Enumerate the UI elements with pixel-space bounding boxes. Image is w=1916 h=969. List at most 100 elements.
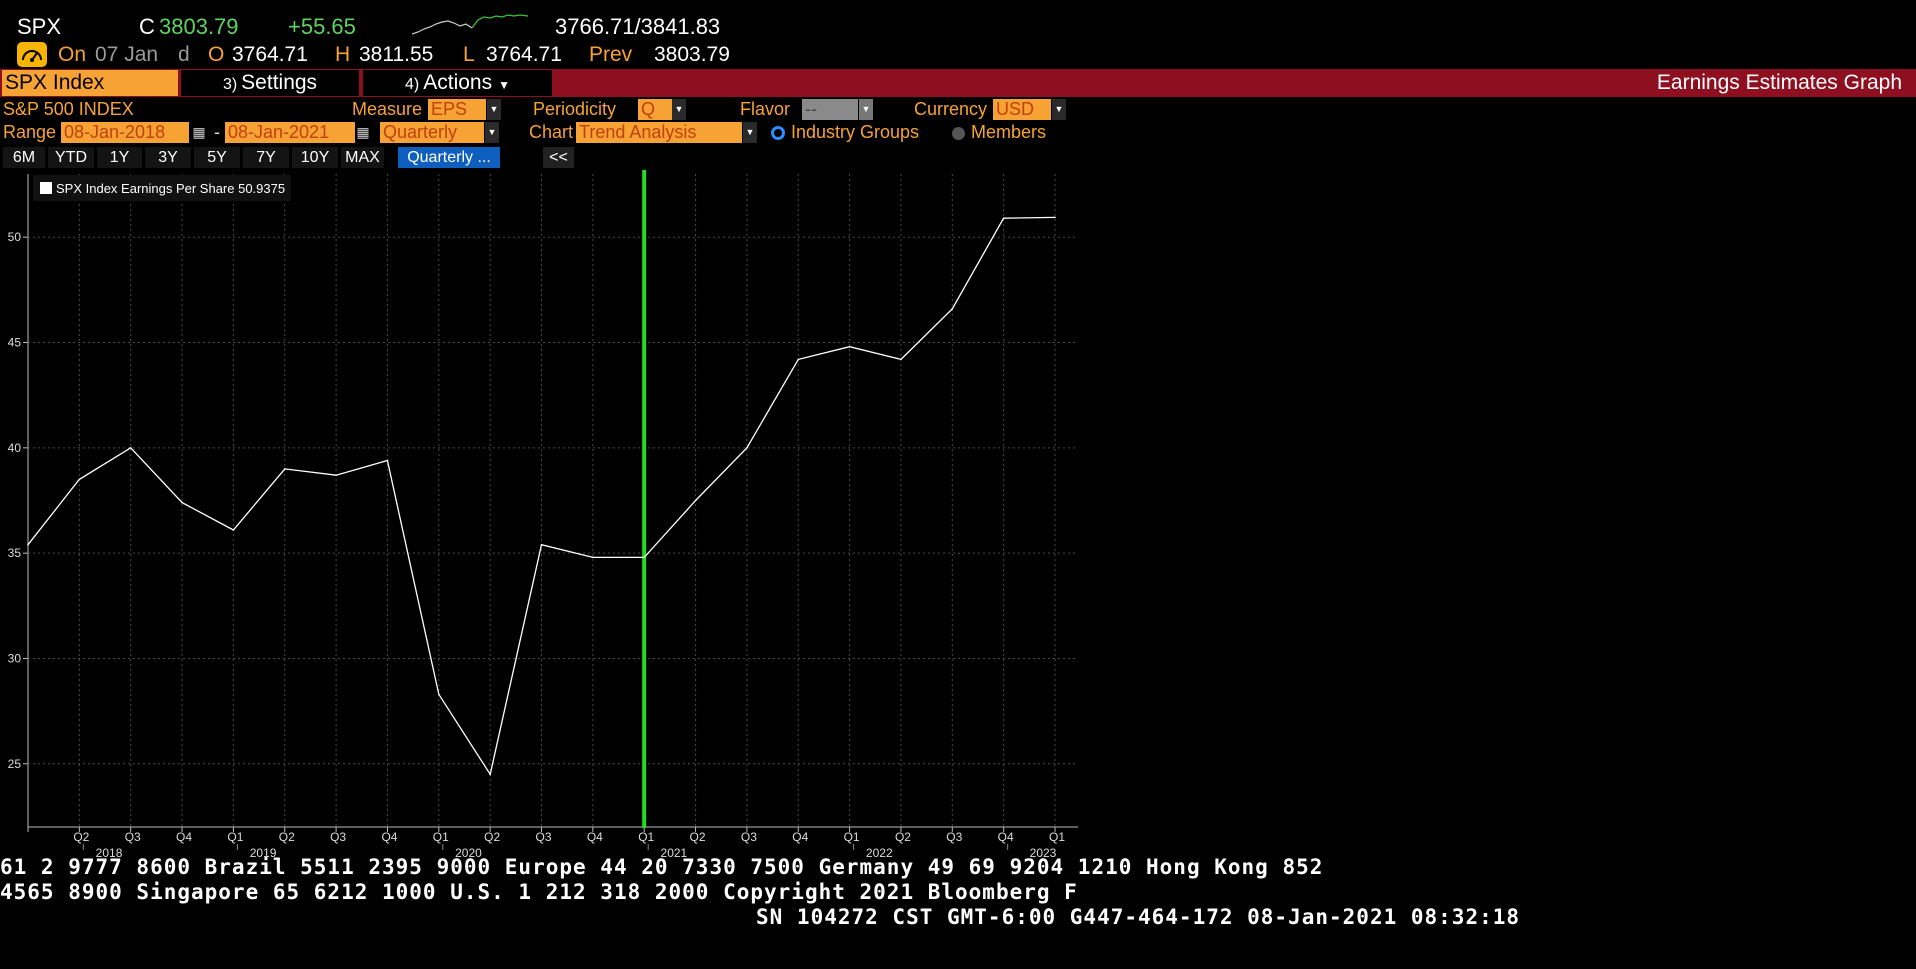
- y-tick-label: 25: [8, 757, 22, 771]
- range-btn-3y[interactable]: 3Y: [145, 147, 191, 168]
- x-quarter-label: Q2: [895, 830, 911, 844]
- eps-data-point: [592, 556, 594, 559]
- range-btn-ytd[interactable]: YTD: [48, 147, 94, 168]
- eps-data-point: [1054, 216, 1056, 219]
- eps-chart: 25 30 35 40 45 50 Q2 Q3 Q4 Q1 Q2 Q3 Q4 Q1 Q2 Q3 Q4 Q1 Q2 Q3…: [8, 170, 1078, 860]
- flavor-dropdown-icon[interactable]: ▼: [859, 99, 873, 120]
- chart-dropdown-icon[interactable]: ▼: [743, 122, 757, 143]
- measure-label: Measure: [352, 99, 423, 119]
- low-label: L: [463, 43, 475, 66]
- measure-dropdown-icon[interactable]: ▼: [487, 99, 501, 120]
- x-quarter-label: Q2: [484, 830, 500, 844]
- speedometer-icon[interactable]: [17, 42, 47, 67]
- eps-data-point: [1002, 217, 1005, 220]
- actions-label: Actions: [423, 71, 493, 94]
- range-btn-6m[interactable]: 6M: [3, 147, 45, 168]
- security-field[interactable]: SPX Index: [2, 70, 178, 96]
- currency-dropdown-icon[interactable]: ▼: [1052, 99, 1066, 120]
- low-value: 3764.71: [486, 43, 562, 66]
- eps-data-point: [232, 529, 235, 531]
- flavor-select[interactable]: --: [802, 99, 858, 120]
- chart-grid: [27, 174, 1078, 828]
- eps-data-point: [900, 358, 902, 361]
- index-name: S&P 500 INDEX: [3, 99, 134, 119]
- range-end-input[interactable]: 08-Jan-2021: [225, 122, 355, 143]
- range-btn-5y[interactable]: 5Y: [194, 147, 240, 168]
- actions-button[interactable]: 4) Actions ▼: [363, 70, 552, 96]
- period-dropdown-icon[interactable]: ▼: [485, 122, 499, 143]
- chart-type-select[interactable]: Trend Analysis: [576, 122, 742, 143]
- eps-data-point: [283, 468, 286, 470]
- x-quarter-label: Q4: [587, 830, 603, 844]
- prev-label: Prev: [589, 43, 633, 66]
- high-label: H: [335, 43, 351, 66]
- range-btn-10y[interactable]: 10Y: [292, 147, 338, 168]
- x-quarter-label: Q2: [690, 830, 706, 844]
- high-value: 3811.55: [359, 43, 434, 66]
- intraday-sparkline: [412, 14, 528, 35]
- industry-groups-radio[interactable]: [771, 126, 785, 140]
- ticker-symbol: SPX: [17, 14, 62, 39]
- currency-select[interactable]: USD: [993, 99, 1051, 120]
- legend-text: SPX Index Earnings Per Share 50.9375: [56, 181, 285, 196]
- x-quarter-label: Q4: [176, 830, 192, 844]
- range-separator: -: [214, 122, 220, 142]
- x-quarter-label: Q3: [125, 830, 141, 844]
- net-change: +55.65: [288, 14, 356, 39]
- caret-down-icon: ▼: [498, 78, 510, 92]
- settings-button[interactable]: 3) Settings: [181, 70, 359, 96]
- x-quarter-label: Q3: [741, 830, 757, 844]
- d-label: d: [178, 43, 190, 66]
- eps-data-point: [797, 358, 800, 361]
- chart-axis-ticks: 25 30 35 40 45 50 Q2 Q3 Q4 Q1 Q2 Q3 Q4 Q1 Q2 Q3 Q4 Q1 Q2 Q3…: [8, 230, 1066, 860]
- eps-data-point: [181, 501, 183, 504]
- collapse-button[interactable]: <<: [543, 147, 574, 168]
- chart-legend: SPX Index Earnings Per Share 50.9375: [33, 175, 291, 201]
- x-quarter-label: Q1: [433, 830, 449, 844]
- x-quarter-label: Q2: [73, 830, 89, 844]
- measure-select[interactable]: EPS: [428, 99, 486, 120]
- members-radio[interactable]: [952, 127, 965, 140]
- range-period-select[interactable]: Quarterly: [380, 122, 484, 143]
- function-title: Earnings Estimates Graph: [1656, 71, 1902, 94]
- range-btn-quarterly[interactable]: Quarterly ...: [398, 147, 500, 168]
- range-label: Range: [3, 122, 57, 142]
- periodicity-select[interactable]: Q: [638, 99, 672, 120]
- range-start-input[interactable]: 08-Jan-2018: [61, 122, 189, 143]
- x-quarter-label: Q3: [946, 830, 962, 844]
- range-btn-1y[interactable]: 1Y: [97, 147, 142, 168]
- x-quarter-label: Q4: [998, 830, 1014, 844]
- eps-data-point: [386, 459, 389, 462]
- periodicity-dropdown-icon[interactable]: ▼: [672, 99, 686, 120]
- open-label: O: [208, 43, 225, 66]
- last-price: 3803.79: [159, 14, 239, 39]
- calendar-icon[interactable]: ▦: [356, 122, 370, 143]
- quote-date: 07 Jan: [95, 43, 159, 66]
- eps-data-point: [694, 499, 697, 502]
- eps-data-point: [848, 345, 851, 348]
- actions-number: 4): [405, 76, 420, 93]
- y-tick-label: 35: [8, 546, 22, 560]
- settings-label: Settings: [241, 71, 318, 94]
- eps-data-point: [489, 773, 491, 776]
- last-prefix: C: [139, 14, 155, 39]
- open-value: 3764.71: [232, 43, 308, 66]
- y-tick-label: 30: [8, 651, 22, 665]
- range-btn-max[interactable]: MAX: [341, 147, 384, 168]
- currency-label: Currency: [914, 99, 988, 119]
- eps-data-point: [27, 543, 29, 546]
- eps-data-point: [335, 474, 337, 477]
- calendar-icon[interactable]: ▦: [192, 122, 206, 143]
- tape-line-3: SN 104272 CST GMT-6:00 G447-464-172 08-J…: [756, 905, 1521, 929]
- eps-data-point: [129, 447, 132, 449]
- x-quarter-label: Q4: [381, 830, 397, 844]
- x-quarter-label: Q3: [330, 830, 346, 844]
- range-btn-7y[interactable]: 7Y: [243, 147, 289, 168]
- tape-line-2: 4565 8900 Singapore 65 6212 1000 U.S. 1 …: [0, 880, 1078, 904]
- periodicity-label: Periodicity: [533, 99, 617, 119]
- tape-line-1: 61 2 9777 8600 Brazil 5511 2395 9000 Eur…: [0, 855, 1324, 879]
- x-quarter-label: Q1: [638, 830, 654, 844]
- chart-label: Chart: [529, 122, 574, 142]
- eps-data-point: [438, 693, 440, 696]
- y-tick-label: 50: [8, 230, 22, 244]
